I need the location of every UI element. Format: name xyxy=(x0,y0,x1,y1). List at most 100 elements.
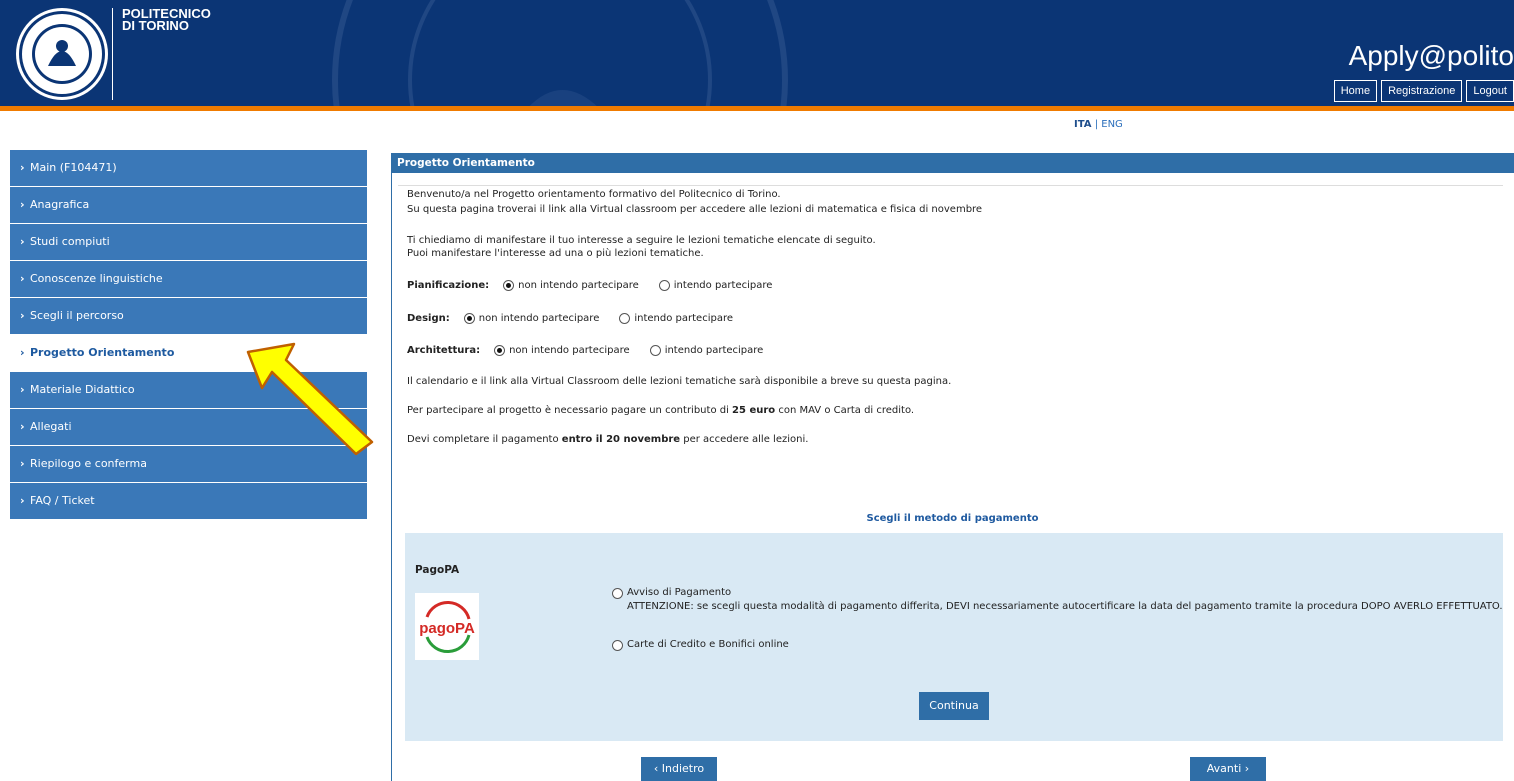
option-label: Avviso di Pagamento xyxy=(627,587,732,598)
home-button[interactable]: Home xyxy=(1333,80,1378,102)
design-no-option[interactable]: non intendo partecipare xyxy=(463,313,600,324)
option-warning: ATTENZIONE: se scegli questa modalità di… xyxy=(627,601,1503,612)
sidebar-item-label: Scegli il percorso xyxy=(30,309,124,322)
top-nav: Home Registrazione Logout xyxy=(1333,80,1514,102)
intro-text-1: Benvenuto/a nel Progetto orientamento fo… xyxy=(407,189,781,200)
payment-option-text: Avviso di Pagamento ATTENZIONE: se scegl… xyxy=(627,587,1503,612)
fee-text: Per partecipare al progetto è necessario… xyxy=(407,405,914,416)
option-label: non intendo partecipare xyxy=(478,313,600,324)
radio-unchecked-icon[interactable] xyxy=(619,313,631,324)
divider xyxy=(398,185,1503,186)
interest-text-2: Puoi manifestare l'interesse ad una o pi… xyxy=(407,248,704,259)
chevron-right-icon: › xyxy=(20,383,25,396)
payment-option-carte[interactable]: Carte di Credito e Bonifici online xyxy=(612,639,789,651)
fee-text-pre: Per partecipare al progetto è necessario… xyxy=(407,405,733,416)
university-name: POLITECNICO DI TORINO xyxy=(122,7,211,32)
next-button[interactable]: Avanti › xyxy=(1190,757,1266,781)
fee-text-post: con MAV o Carta di credito. xyxy=(775,405,915,416)
choice-architettura: Architettura: non intendo partecipare in… xyxy=(407,345,783,356)
sidebar-item-label: FAQ / Ticket xyxy=(30,494,95,507)
interest-text-1: Ti chiediamo di manifestare il tuo inter… xyxy=(407,235,876,246)
radio-unchecked-icon[interactable] xyxy=(612,640,623,651)
logo-divider xyxy=(112,8,113,100)
deadline-date: entro il 20 novembre xyxy=(561,434,681,445)
deadline-text-post: per accedere alle lezioni. xyxy=(680,434,809,445)
radio-checked-icon[interactable] xyxy=(503,280,515,291)
option-label: intendo partecipare xyxy=(664,345,764,356)
chevron-right-icon: › xyxy=(20,309,25,322)
fee-amount: 25 euro xyxy=(732,405,776,416)
choice-design: Design: non intendo partecipare intendo … xyxy=(407,313,753,324)
language-switcher: ITA | ENG xyxy=(1074,119,1123,130)
main-left-border xyxy=(391,172,392,781)
site-header: POLITECNICO DI TORINO Apply@polito Home … xyxy=(0,0,1514,108)
sidebar-item-label: Materiale Didattico xyxy=(30,383,135,396)
choice-pianificazione: Pianificazione: non intendo partecipare … xyxy=(407,280,792,291)
architettura-no-option[interactable]: non intendo partecipare xyxy=(494,345,630,356)
pianificazione-yes-option[interactable]: intendo partecipare xyxy=(658,280,773,291)
sidebar-item-faq-ticket[interactable]: › FAQ / Ticket xyxy=(10,483,367,519)
choice-label: Pianificazione: xyxy=(407,280,490,291)
option-label: Carte di Credito e Bonifici online xyxy=(627,639,789,650)
architettura-yes-option[interactable]: intendo partecipare xyxy=(649,345,764,356)
radio-unchecked-icon[interactable] xyxy=(612,588,623,599)
back-button[interactable]: ‹ Indietro xyxy=(641,757,717,781)
payment-provider-label: PagoPA xyxy=(415,564,460,576)
sidebar-item-label: Main (F104471) xyxy=(30,161,117,174)
intro-text-2: Su questa pagina troverai il link alla V… xyxy=(407,204,983,215)
radio-checked-icon[interactable] xyxy=(463,313,475,324)
pagopa-logo: pagoPA xyxy=(415,593,479,660)
sidebar-item-label: Conoscenze linguistiche xyxy=(30,272,163,285)
sidebar-item-label: Studi compiuti xyxy=(30,235,110,248)
chevron-right-icon: › xyxy=(20,494,25,507)
choice-label: Design: xyxy=(407,313,450,324)
option-label: intendo partecipare xyxy=(634,313,733,324)
chevron-right-icon: › xyxy=(1241,762,1250,775)
option-label: intendo partecipare xyxy=(673,280,773,291)
back-button-label: Indietro xyxy=(661,762,705,775)
university-seal-logo xyxy=(16,8,108,100)
calendar-text: Il calendario e il link alla Virtual Cla… xyxy=(407,376,952,387)
design-yes-option[interactable]: intendo partecipare xyxy=(619,313,733,324)
header-accent-bar xyxy=(0,106,1514,111)
sidebar-item-anagrafica[interactable]: › Anagrafica xyxy=(10,187,367,223)
pianificazione-no-option[interactable]: non intendo partecipare xyxy=(503,280,639,291)
option-label: non intendo partecipare xyxy=(518,280,639,291)
continue-button[interactable]: Continua xyxy=(919,692,989,720)
sidebar-item-label: Riepilogo e conferma xyxy=(30,457,147,470)
sidebar-item-label: Progetto Orientamento xyxy=(30,346,175,359)
chevron-right-icon: › xyxy=(20,198,25,211)
sidebar-item-main[interactable]: › Main (F104471) xyxy=(10,150,367,186)
choice-label: Architettura: xyxy=(407,345,481,356)
background-seal-watermark xyxy=(332,0,788,108)
lang-ita-link[interactable]: ITA xyxy=(1074,119,1092,130)
sidebar-item-label: Allegati xyxy=(30,420,72,433)
lang-eng-link[interactable]: ENG xyxy=(1101,119,1123,130)
sidebar-item-scegli-percorso[interactable]: › Scegli il percorso xyxy=(10,298,367,334)
deadline-text-pre: Devi completare il pagamento xyxy=(407,434,562,445)
chevron-right-icon: › xyxy=(20,457,25,470)
sidebar-item-label: Anagrafica xyxy=(30,198,90,211)
chevron-left-icon: ‹ xyxy=(653,762,662,775)
yellow-arrow-annotation xyxy=(246,342,374,456)
sidebar-item-studi-compiuti[interactable]: › Studi compiuti xyxy=(10,224,367,260)
page-title: Progetto Orientamento xyxy=(391,153,1514,173)
pagopa-logo-text: pagoPA xyxy=(419,620,475,637)
deadline-text: Devi completare il pagamento entro il 20… xyxy=(407,434,808,445)
chevron-right-icon: › xyxy=(20,346,25,359)
app-title: Apply@polito xyxy=(1348,40,1514,71)
chevron-right-icon: › xyxy=(20,235,25,248)
logout-button[interactable]: Logout xyxy=(1466,80,1514,102)
registrazione-button[interactable]: Registrazione xyxy=(1381,80,1463,102)
payment-box: PagoPA pagoPA Avviso di Pagamento ATTENZ… xyxy=(405,533,1503,741)
radio-checked-icon[interactable] xyxy=(494,345,506,356)
radio-unchecked-icon[interactable] xyxy=(649,345,661,356)
chevron-right-icon: › xyxy=(20,161,25,174)
radio-unchecked-icon[interactable] xyxy=(658,280,670,291)
option-label: non intendo partecipare xyxy=(509,345,630,356)
chevron-right-icon: › xyxy=(20,272,25,285)
payment-method-title: Scegli il metodo di pagamento xyxy=(866,513,1039,524)
payment-option-avviso[interactable]: Avviso di Pagamento ATTENZIONE: se scegl… xyxy=(612,587,1503,612)
sidebar-item-conoscenze-linguistiche[interactable]: › Conoscenze linguistiche xyxy=(10,261,367,297)
sidebar-nav: › Main (F104471) › Anagrafica › Studi compi… xyxy=(10,150,367,520)
